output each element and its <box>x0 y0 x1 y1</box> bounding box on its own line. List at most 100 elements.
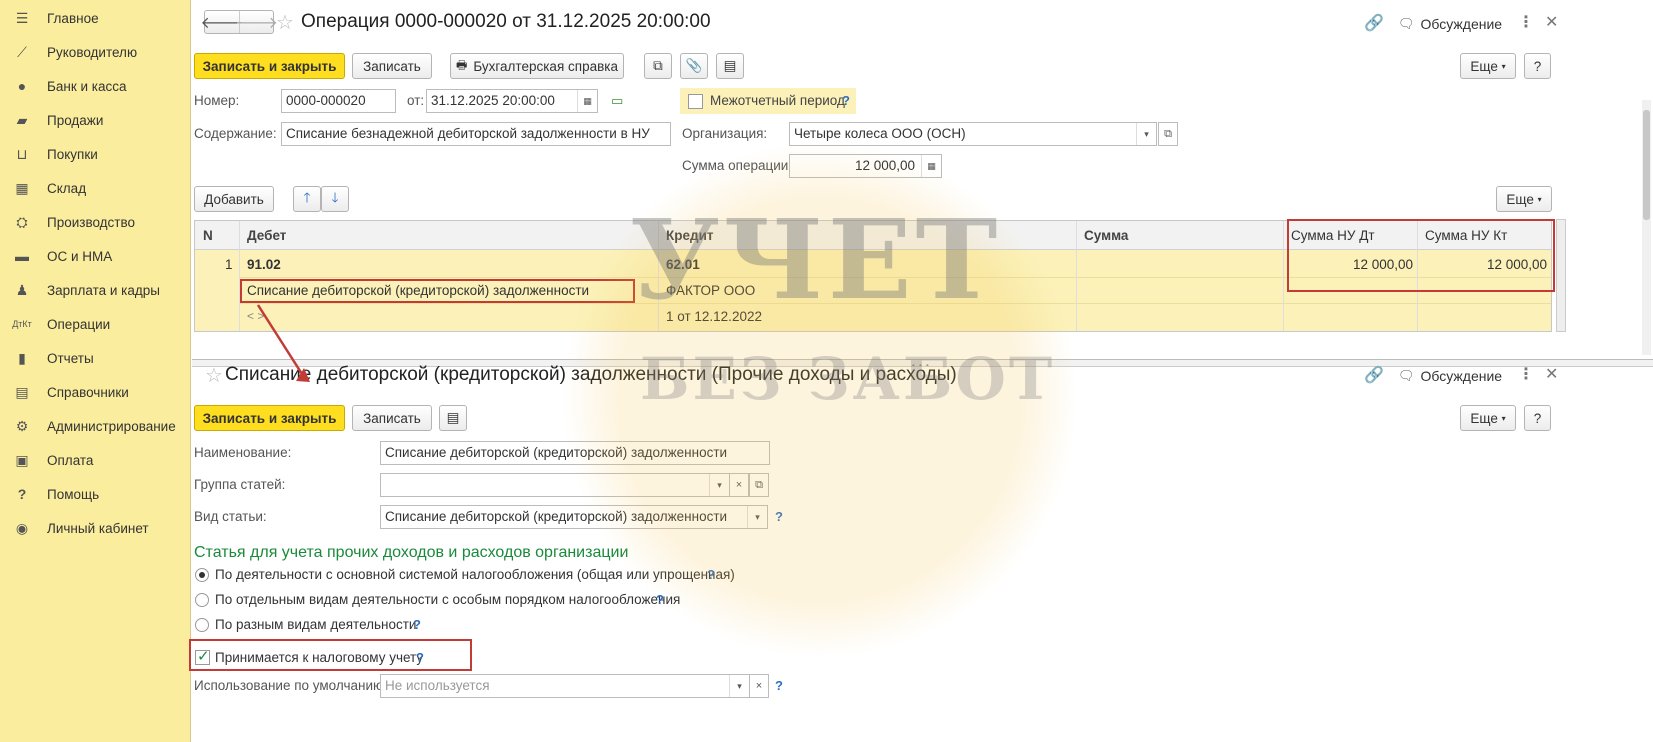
structure-icon[interactable]: ⧉ <box>644 53 672 79</box>
save-close-button[interactable]: Записать и закрыть <box>194 405 345 431</box>
debit-account[interactable]: 91.02 <box>247 257 281 272</box>
help-q-main-system[interactable]: ? <box>707 567 715 582</box>
group-field[interactable]: ▾ <box>380 473 730 497</box>
calendar-icon[interactable]: ▦ <box>577 90 597 112</box>
sidebar-item-production[interactable]: ⛭ Производство <box>0 209 191 235</box>
sidebar-item-sales[interactable]: ▰ Продажи <box>0 107 191 133</box>
more-button[interactable]: Еще ▾ <box>1460 405 1516 431</box>
back-arrow-icon[interactable]: 🡐 <box>201 11 244 33</box>
col-debit[interactable]: Дебет <box>247 228 286 243</box>
move-up-icon[interactable]: 🡑 <box>293 186 321 212</box>
sidebar-item-label: Помощь <box>47 486 100 502</box>
sidebar-item-catalogs[interactable]: ▤ Справочники <box>0 379 191 405</box>
more-button[interactable]: Еще ▾ <box>1460 53 1516 79</box>
sidebar-item-assets[interactable]: ▬ ОС и НМА <box>0 243 191 269</box>
sidebar-item-manager[interactable]: ⟋ Руководителю <box>0 39 191 65</box>
more-vertical-icon[interactable]: ⋮ <box>1518 364 1534 384</box>
discuss-button[interactable]: 🗨 Обсуждение <box>1398 368 1502 384</box>
close-icon[interactable]: ✕ <box>1545 364 1558 384</box>
credit-subconto-1[interactable]: ФАКТОР ООО <box>666 283 755 298</box>
clear-icon[interactable]: × <box>749 674 769 698</box>
radio-special-order[interactable] <box>195 593 209 607</box>
help-button[interactable]: ? <box>1524 53 1551 79</box>
name-field[interactable]: Списание дебиторской (кредиторской) задо… <box>380 441 770 465</box>
chevron-down-icon[interactable]: ▾ <box>729 675 749 697</box>
col-n[interactable]: N <box>203 228 213 243</box>
menu-icon: ☰ <box>15 9 29 26</box>
number-label: Номер: <box>194 93 240 108</box>
sidebar-item-salary[interactable]: ♟ Зарплата и кадры <box>0 277 191 303</box>
sidebar-item-account[interactable]: ◉ Личный кабинет <box>0 515 191 541</box>
form-scrollbar[interactable] <box>1642 100 1651 355</box>
section-title: Статья для учета прочих доходов и расход… <box>194 544 629 561</box>
number-field[interactable]: 0000-000020 <box>281 89 396 113</box>
sidebar-item-label: Зарплата и кадры <box>47 282 160 298</box>
table-more-button[interactable]: Еще ▾ <box>1496 186 1552 212</box>
sum-field[interactable]: 12 000,00 ▦ <box>789 154 942 178</box>
accounting-ref-button[interactable]: 🖶 Бухгалтерская справка <box>450 53 624 79</box>
interperiod-checkbox[interactable] <box>688 94 703 109</box>
link-icon[interactable]: 🔗 <box>1364 13 1384 33</box>
discuss-button[interactable]: 🗨 Обсуждение <box>1398 16 1502 32</box>
help-q-kind[interactable]: ? <box>775 509 783 524</box>
help-q-default-use[interactable]: ? <box>775 678 783 693</box>
scrollbar-thumb[interactable] <box>1643 110 1650 220</box>
help-q-interperiod[interactable]: ? <box>842 93 850 108</box>
col-credit[interactable]: Кредит <box>666 228 713 243</box>
debit-subconto-2[interactable]: < > <box>247 309 264 323</box>
table-scrollbar[interactable] <box>1556 219 1566 332</box>
operation-form: 🡐 🡒 ☆ Операция 0000-000020 от 31.12.2025 … <box>192 0 1653 360</box>
favorite-star-icon[interactable]: ☆ <box>205 363 223 388</box>
sidebar-item-admin[interactable]: ⚙ Администрирование <box>0 413 191 439</box>
close-icon[interactable]: ✕ <box>1545 12 1558 32</box>
radio-various[interactable] <box>195 618 209 632</box>
credit-account[interactable]: 62.01 <box>666 257 700 272</box>
org-field[interactable]: Четыре колеса ООО (ОСН) ▾ <box>789 122 1157 146</box>
list-icon[interactable]: ▤ <box>716 53 744 79</box>
list-icon[interactable]: ▤ <box>439 405 467 431</box>
more-vertical-icon[interactable]: ⋮ <box>1518 12 1534 32</box>
sidebar-item-help[interactable]: ? Помощь <box>0 481 191 507</box>
open-group-icon[interactable]: ⧉ <box>749 473 769 497</box>
radio-special-order-label: По отдельным видам деятельности с особым… <box>215 592 681 607</box>
sidebar-item-bank[interactable]: ● Банк и касса <box>0 73 191 99</box>
clear-icon[interactable]: × <box>729 473 749 497</box>
chevron-down-icon[interactable]: ▾ <box>709 474 729 496</box>
col-divider <box>1283 221 1284 331</box>
save-button[interactable]: Записать <box>352 405 432 431</box>
chevron-down-icon[interactable]: ▾ <box>747 506 767 528</box>
help-q-special-order[interactable]: ? <box>656 592 664 607</box>
sidebar-item-reports[interactable]: ▮ Отчеты <box>0 345 191 371</box>
favorite-star-icon[interactable]: ☆ <box>276 10 294 35</box>
save-close-button[interactable]: Записать и закрыть <box>194 53 345 79</box>
help-button[interactable]: ? <box>1524 405 1551 431</box>
more-label: Еще <box>1470 58 1498 74</box>
open-org-icon[interactable]: ⧉ <box>1158 122 1178 146</box>
default-use-field[interactable]: Не используется ▾ <box>380 674 750 698</box>
sidebar-item-main[interactable]: ☰ Главное <box>0 5 191 31</box>
kind-field[interactable]: Списание дебиторской (кредиторской) задо… <box>380 505 768 529</box>
doc-history-icon[interactable]: ▭ <box>611 93 623 109</box>
chevron-down-icon[interactable]: ▾ <box>1136 123 1156 145</box>
group-label: Группа статей: <box>194 477 286 492</box>
more-label: Еще <box>1470 410 1498 426</box>
credit-subconto-2[interactable]: 1 от 12.12.2022 <box>666 309 762 324</box>
sidebar-item-operations[interactable]: ДтКт Операции <box>0 311 191 337</box>
forward-arrow-icon[interactable]: 🡒 <box>235 11 278 33</box>
kind-value: Списание дебиторской (кредиторской) задо… <box>385 509 728 524</box>
sidebar-item-warehouse[interactable]: ▦ Склад <box>0 175 191 201</box>
sidebar-item-payment[interactable]: ▣ Оплата <box>0 447 191 473</box>
help-q-various[interactable]: ? <box>413 617 421 632</box>
move-down-icon[interactable]: 🡓 <box>321 186 349 212</box>
col-sum[interactable]: Сумма <box>1084 228 1128 243</box>
add-row-button[interactable]: Добавить <box>194 186 274 212</box>
save-button[interactable]: Записать <box>352 53 432 79</box>
content-field[interactable]: Списание безнадежной дебиторской задолже… <box>281 122 671 146</box>
link-icon[interactable]: 🔗 <box>1364 365 1384 385</box>
sidebar-item-purchases[interactable]: ⊔ Покупки <box>0 141 191 167</box>
calculator-icon[interactable]: ▦ <box>921 155 941 177</box>
sidebar-item-label: Покупки <box>47 146 98 162</box>
date-field[interactable]: 31.12.2025 20:00:00 ▦ <box>426 89 598 113</box>
attach-icon[interactable]: 📎 <box>680 53 708 79</box>
radio-main-system[interactable] <box>195 568 209 582</box>
